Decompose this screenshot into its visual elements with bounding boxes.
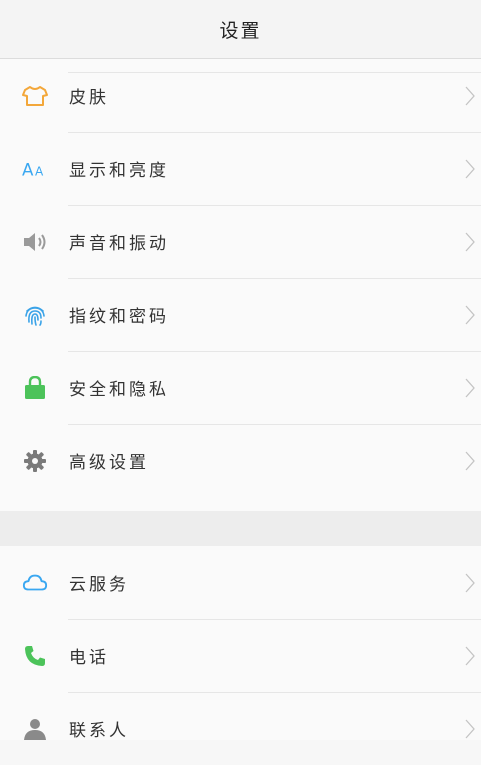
font-size-icon: A A [22, 156, 48, 182]
chevron-right-icon [465, 378, 475, 398]
settings-item-label: 显示和亮度 [69, 161, 169, 181]
page-title: 设置 [219, 19, 262, 42]
chevron-right-icon [465, 719, 475, 739]
lock-icon [22, 375, 48, 401]
settings-group-2: 云服务 电话 联系人 [0, 546, 481, 741]
top-bar: 设置 [0, 0, 481, 59]
divider [68, 619, 481, 620]
settings-item-label: 云服务 [69, 575, 129, 595]
settings-item-label: 皮肤 [69, 88, 109, 108]
chevron-right-icon [465, 86, 475, 106]
settings-item-label: 声音和振动 [69, 234, 169, 254]
chevron-right-icon [465, 646, 475, 666]
settings-group-1: 皮肤 A A 显示和亮度 声音和振动 指纹和密码 安全和隐私 高级设置 [0, 59, 481, 511]
settings-item-label: 安全和隐私 [69, 380, 169, 400]
divider [68, 424, 481, 425]
settings-item-contacts[interactable]: 联系人 [0, 692, 481, 765]
divider [68, 205, 481, 206]
fingerprint-icon [22, 302, 48, 328]
chevron-right-icon [465, 451, 475, 471]
divider [68, 692, 481, 693]
phone-icon [22, 643, 48, 669]
contact-icon [22, 716, 48, 742]
settings-item-label: 联系人 [69, 721, 129, 741]
section-gap [0, 511, 481, 546]
settings-item-label: 高级设置 [69, 453, 149, 473]
settings-item-advanced[interactable]: 高级设置 [0, 424, 481, 497]
settings-item-security-privacy[interactable]: 安全和隐私 [0, 351, 481, 424]
settings-item-label: 指纹和密码 [69, 307, 169, 327]
svg-text:A: A [22, 159, 34, 179]
chevron-right-icon [465, 305, 475, 325]
divider [68, 132, 481, 133]
tshirt-icon [22, 83, 48, 109]
divider [68, 278, 481, 279]
settings-item-label: 电话 [69, 648, 109, 668]
gear-icon [22, 448, 48, 474]
chevron-right-icon [465, 573, 475, 593]
settings-item-sound-vibration[interactable]: 声音和振动 [0, 205, 481, 278]
settings-item-display-brightness[interactable]: A A 显示和亮度 [0, 132, 481, 205]
cloud-icon [22, 570, 48, 596]
settings-item-phone[interactable]: 电话 [0, 619, 481, 692]
settings-item-skin[interactable]: 皮肤 [0, 59, 481, 132]
speaker-icon [22, 229, 48, 255]
svg-text:A: A [35, 164, 44, 178]
settings-item-cloud-service[interactable]: 云服务 [0, 546, 481, 619]
settings-item-fingerprint-password[interactable]: 指纹和密码 [0, 278, 481, 351]
divider [68, 72, 481, 73]
chevron-right-icon [465, 232, 475, 252]
chevron-right-icon [465, 159, 475, 179]
divider [68, 351, 481, 352]
